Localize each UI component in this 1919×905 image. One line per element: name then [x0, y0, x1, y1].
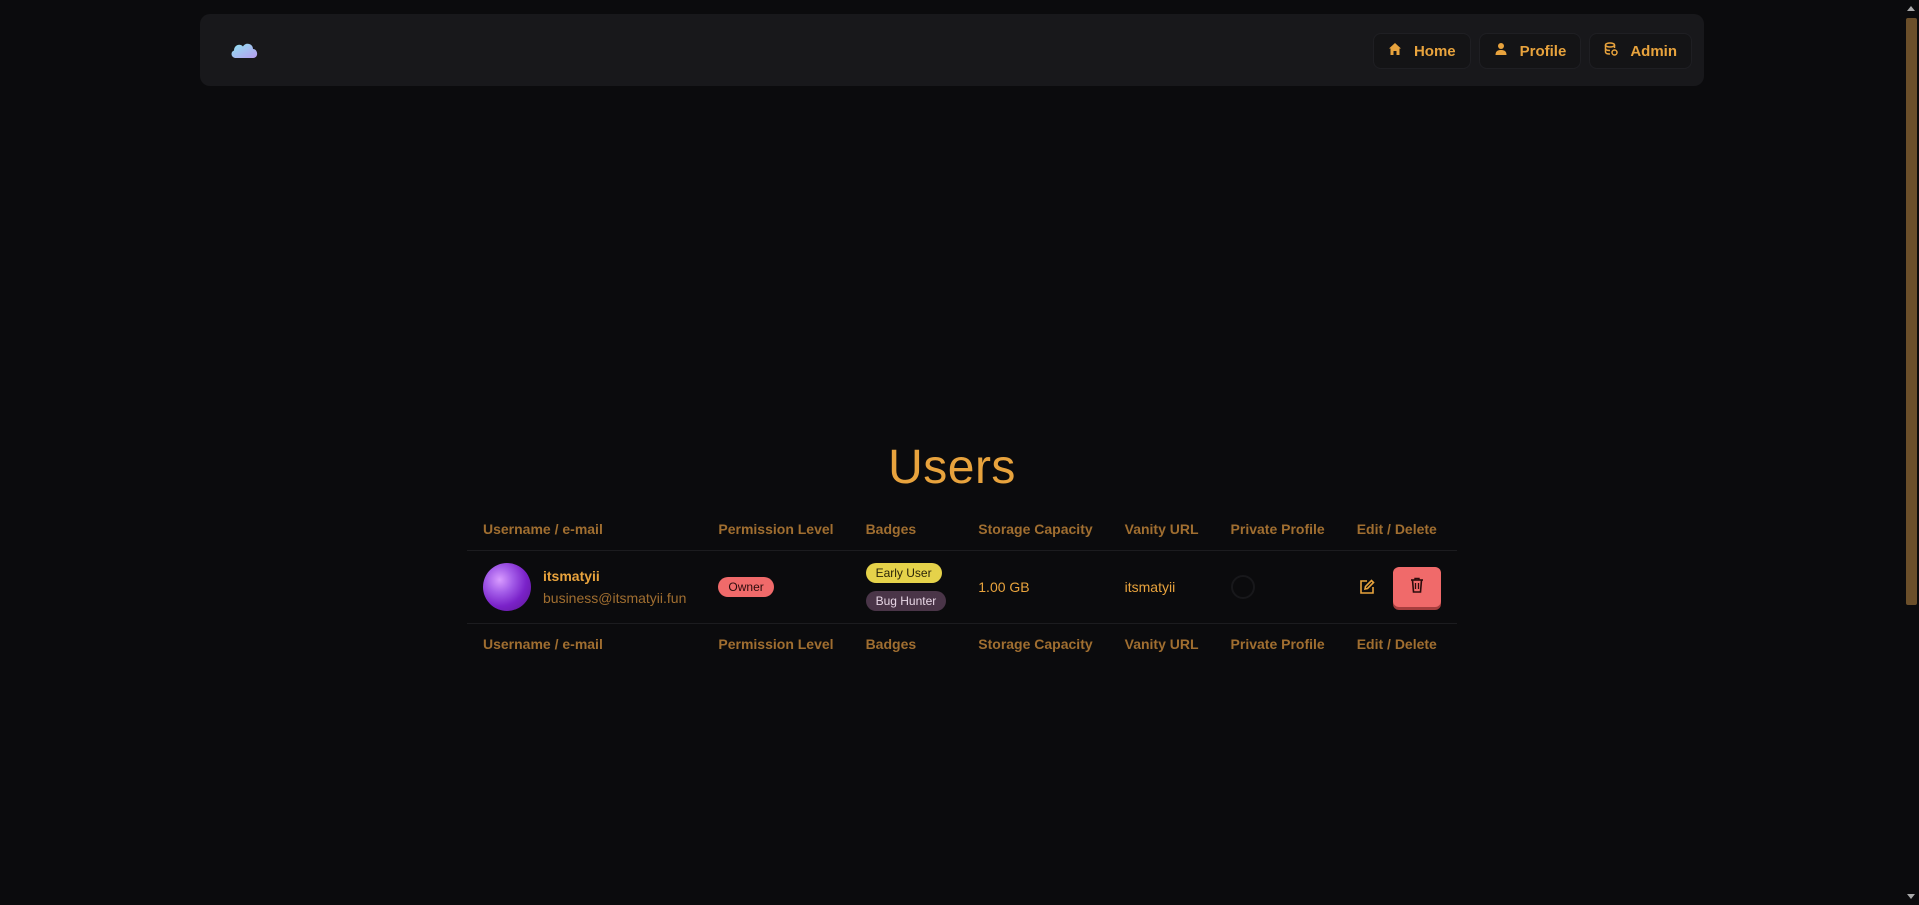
- footer-vanity: Vanity URL: [1124, 636, 1199, 653]
- header-permission: Permission Level: [718, 520, 834, 537]
- table-footer-row: Username / e-mail Permission Level Badge…: [467, 623, 1457, 665]
- table-header-row: Username / e-mail Permission Level Badge…: [467, 508, 1457, 550]
- nav-home-label: Home: [1413, 42, 1456, 60]
- permission-cell: Owner: [702, 550, 849, 623]
- nav-profile-label: Profile: [1519, 42, 1567, 60]
- scroll-down-icon[interactable]: [1907, 894, 1915, 899]
- header-vanity: Vanity URL: [1124, 520, 1199, 537]
- username: itsmatyii: [543, 567, 600, 584]
- users-table-wrapper: Username / e-mail Permission Level Badge…: [467, 508, 1457, 665]
- footer-private: Private Profile: [1230, 636, 1325, 653]
- footer-permission: Permission Level: [718, 636, 834, 653]
- page-title: Users: [888, 441, 1016, 494]
- nav-home-button[interactable]: Home: [1372, 33, 1471, 69]
- page: Home Profile Admin Users Username / e-ma…: [0, 0, 1919, 905]
- email: business@itsmatyii.fun: [543, 589, 687, 606]
- scroll-up-icon[interactable]: [1907, 6, 1915, 11]
- badge-early-user: Early User: [865, 562, 942, 583]
- storage-cell: 1.00 GB: [978, 578, 1030, 595]
- actions-cell: [1341, 550, 1457, 623]
- edit-icon[interactable]: [1357, 577, 1377, 597]
- footer-badges: Badges: [865, 636, 917, 653]
- users-table: Username / e-mail Permission Level Badge…: [467, 508, 1457, 665]
- nav-admin-label: Admin: [1630, 42, 1677, 60]
- database-icon: [1604, 42, 1619, 60]
- nav-links: Home Profile Admin: [1372, 33, 1692, 69]
- navbar: Home Profile Admin: [200, 14, 1704, 86]
- user-icon: [1494, 42, 1508, 60]
- table-row: itsmatyii business@itsmatyii.fun Owner E…: [467, 550, 1457, 623]
- delete-button[interactable]: [1392, 566, 1441, 607]
- private-cell: [1215, 550, 1341, 623]
- user-cell: itsmatyii business@itsmatyii.fun: [467, 550, 702, 623]
- footer-storage: Storage Capacity: [978, 636, 1093, 653]
- vertical-scrollbar[interactable]: [1904, 0, 1919, 905]
- permission-badge: Owner: [718, 576, 774, 597]
- nav-admin-button[interactable]: Admin: [1589, 33, 1692, 69]
- cloud-logo-icon[interactable]: [228, 38, 260, 62]
- scrollbar-thumb[interactable]: [1906, 18, 1917, 605]
- badge-bug-hunter: Bug Hunter: [865, 590, 947, 611]
- header-badges: Badges: [865, 520, 917, 537]
- private-profile-toggle[interactable]: [1230, 574, 1255, 599]
- home-icon: [1388, 42, 1402, 60]
- badges-cell: Early User Bug Hunter: [850, 550, 963, 623]
- footer-actions: Edit / Delete: [1356, 636, 1437, 653]
- trash-icon: [1410, 577, 1424, 596]
- header-private: Private Profile: [1230, 520, 1325, 537]
- header-storage: Storage Capacity: [978, 520, 1093, 537]
- footer-username: Username / e-mail: [483, 636, 603, 653]
- header-username: Username / e-mail: [483, 520, 603, 537]
- header-actions: Edit / Delete: [1356, 520, 1437, 537]
- avatar: [483, 562, 531, 611]
- vanity-cell: itsmatyii: [1124, 578, 1176, 595]
- nav-profile-button[interactable]: Profile: [1478, 33, 1582, 69]
